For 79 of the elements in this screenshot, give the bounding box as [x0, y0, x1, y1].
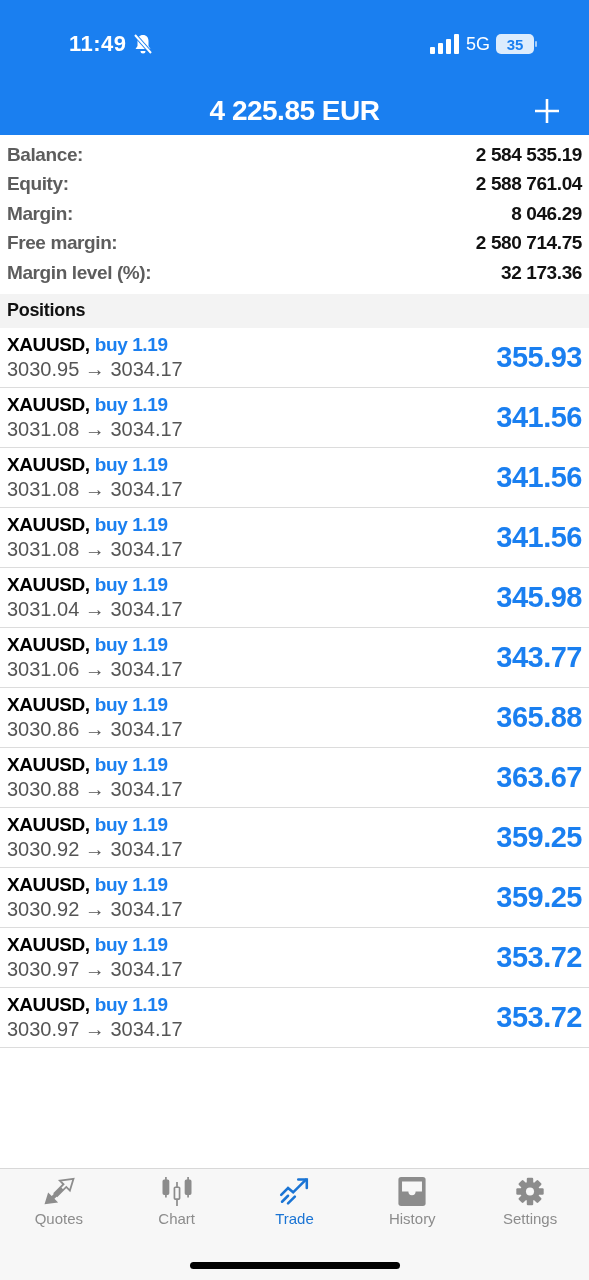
profit-value: 359.25: [496, 820, 582, 854]
symbol-label: XAUUSD,: [7, 693, 90, 716]
price-range: 3030.92 → 3034.17: [7, 897, 183, 921]
profit-value: 341.56: [496, 460, 582, 494]
summary-value: 8 046.29: [511, 202, 582, 225]
position-row[interactable]: XAUUSD, buy 1.19 3030.97 → 3034.17 353.72: [0, 927, 589, 988]
order-label: buy 1.19: [94, 573, 168, 596]
status-time: 11:49: [69, 31, 127, 57]
order-label: buy 1.19: [94, 873, 168, 896]
summary-label: Free margin:: [7, 232, 118, 255]
order-label: buy 1.19: [94, 933, 168, 956]
network-type: 5G: [466, 33, 490, 55]
symbol-label: XAUUSD,: [7, 633, 90, 656]
order-label: buy 1.19: [94, 333, 168, 356]
add-icon[interactable]: [533, 97, 561, 125]
price-range: 3031.08 → 3034.17: [7, 417, 183, 441]
symbol-label: XAUUSD,: [7, 333, 90, 356]
profit-value: 353.72: [496, 1000, 582, 1034]
position-row[interactable]: XAUUSD, buy 1.19 3031.08 → 3034.17 341.56: [0, 387, 589, 448]
summary-value: 2 588 761.04: [475, 173, 582, 196]
position-row[interactable]: XAUUSD, buy 1.19 3030.95 → 3034.17 355.93: [0, 327, 589, 388]
battery-icon: 35: [496, 34, 534, 54]
summary-label: Equity:: [7, 173, 69, 196]
summary-label: Margin:: [7, 202, 73, 225]
muted-bell-icon: [132, 33, 153, 55]
tab[interactable]: Trade: [235, 1177, 354, 1227]
price-range: 3031.08 → 3034.17: [7, 537, 183, 561]
signal-icon: [430, 34, 460, 54]
profit-value: 353.72: [496, 940, 582, 974]
profit-value: 341.56: [496, 400, 582, 434]
price-range: 3031.04 → 3034.17: [7, 597, 183, 621]
profit-value: 365.88: [496, 700, 582, 734]
position-row[interactable]: XAUUSD, buy 1.19 3031.08 → 3034.17 341.56: [0, 447, 589, 508]
symbol-label: XAUUSD,: [7, 453, 90, 476]
symbol-label: XAUUSD,: [7, 993, 90, 1016]
symbol-label: XAUUSD,: [7, 753, 90, 776]
price-range: 3030.97 → 3034.17: [7, 957, 183, 981]
position-row[interactable]: XAUUSD, buy 1.19 3031.04 → 3034.17 345.98: [0, 567, 589, 628]
position-row[interactable]: XAUUSD, buy 1.19 3031.08 → 3034.17 341.56: [0, 507, 589, 568]
symbol-label: XAUUSD,: [7, 513, 90, 536]
order-label: buy 1.19: [94, 753, 168, 776]
symbol-label: XAUUSD,: [7, 813, 90, 836]
order-label: buy 1.19: [94, 813, 168, 836]
price-range: 3030.92 → 3034.17: [7, 837, 183, 861]
position-row[interactable]: XAUUSD, buy 1.19 3030.92 → 3034.17 359.25: [0, 867, 589, 928]
summary-value: 2 584 535.19: [475, 143, 582, 166]
position-row[interactable]: XAUUSD, buy 1.19 3031.06 → 3034.17 343.77: [0, 627, 589, 688]
profit-value: 341.56: [496, 520, 582, 554]
profit-value: 343.77: [496, 640, 582, 674]
profit-value: 345.98: [496, 580, 582, 614]
summary-label: Balance:: [7, 143, 83, 166]
symbol-label: XAUUSD,: [7, 933, 90, 956]
position-row[interactable]: XAUUSD, buy 1.19 3030.86 → 3034.17 365.88: [0, 687, 589, 748]
order-label: buy 1.19: [94, 693, 168, 716]
symbol-label: XAUUSD,: [7, 873, 90, 896]
account-balance-title: 4 225.85 EUR: [209, 95, 380, 127]
price-range: 3030.97 → 3034.17: [7, 1017, 183, 1041]
order-label: buy 1.19: [94, 513, 168, 536]
position-row[interactable]: XAUUSD, buy 1.19 3030.88 → 3034.17 363.67: [0, 747, 589, 808]
profit-value: 355.93: [496, 340, 582, 374]
summary-label: Margin level (%):: [7, 261, 152, 284]
order-label: buy 1.19: [94, 633, 168, 656]
price-range: 3030.86 → 3034.17: [7, 717, 183, 741]
order-label: buy 1.19: [94, 993, 168, 1016]
symbol-label: XAUUSD,: [7, 573, 90, 596]
position-row[interactable]: XAUUSD, buy 1.19 3030.92 → 3034.17 359.25: [0, 807, 589, 868]
order-label: buy 1.19: [94, 453, 168, 476]
summary-value: 32 173.36: [501, 261, 582, 284]
profit-value: 363.67: [496, 760, 582, 794]
summary-value: 2 580 714.75: [475, 232, 582, 255]
section-title: Positions: [7, 300, 86, 321]
price-range: 3030.88 → 3034.17: [7, 777, 183, 801]
position-row[interactable]: XAUUSD, buy 1.19 3030.97 → 3034.17 353.72: [0, 987, 589, 1048]
price-range: 3031.06 → 3034.17: [7, 657, 183, 681]
price-range: 3030.95 → 3034.17: [7, 357, 183, 381]
profit-value: 359.25: [496, 880, 582, 914]
symbol-label: XAUUSD,: [7, 393, 90, 416]
order-label: buy 1.19: [94, 393, 168, 416]
price-range: 3031.08 → 3034.17: [7, 477, 183, 501]
